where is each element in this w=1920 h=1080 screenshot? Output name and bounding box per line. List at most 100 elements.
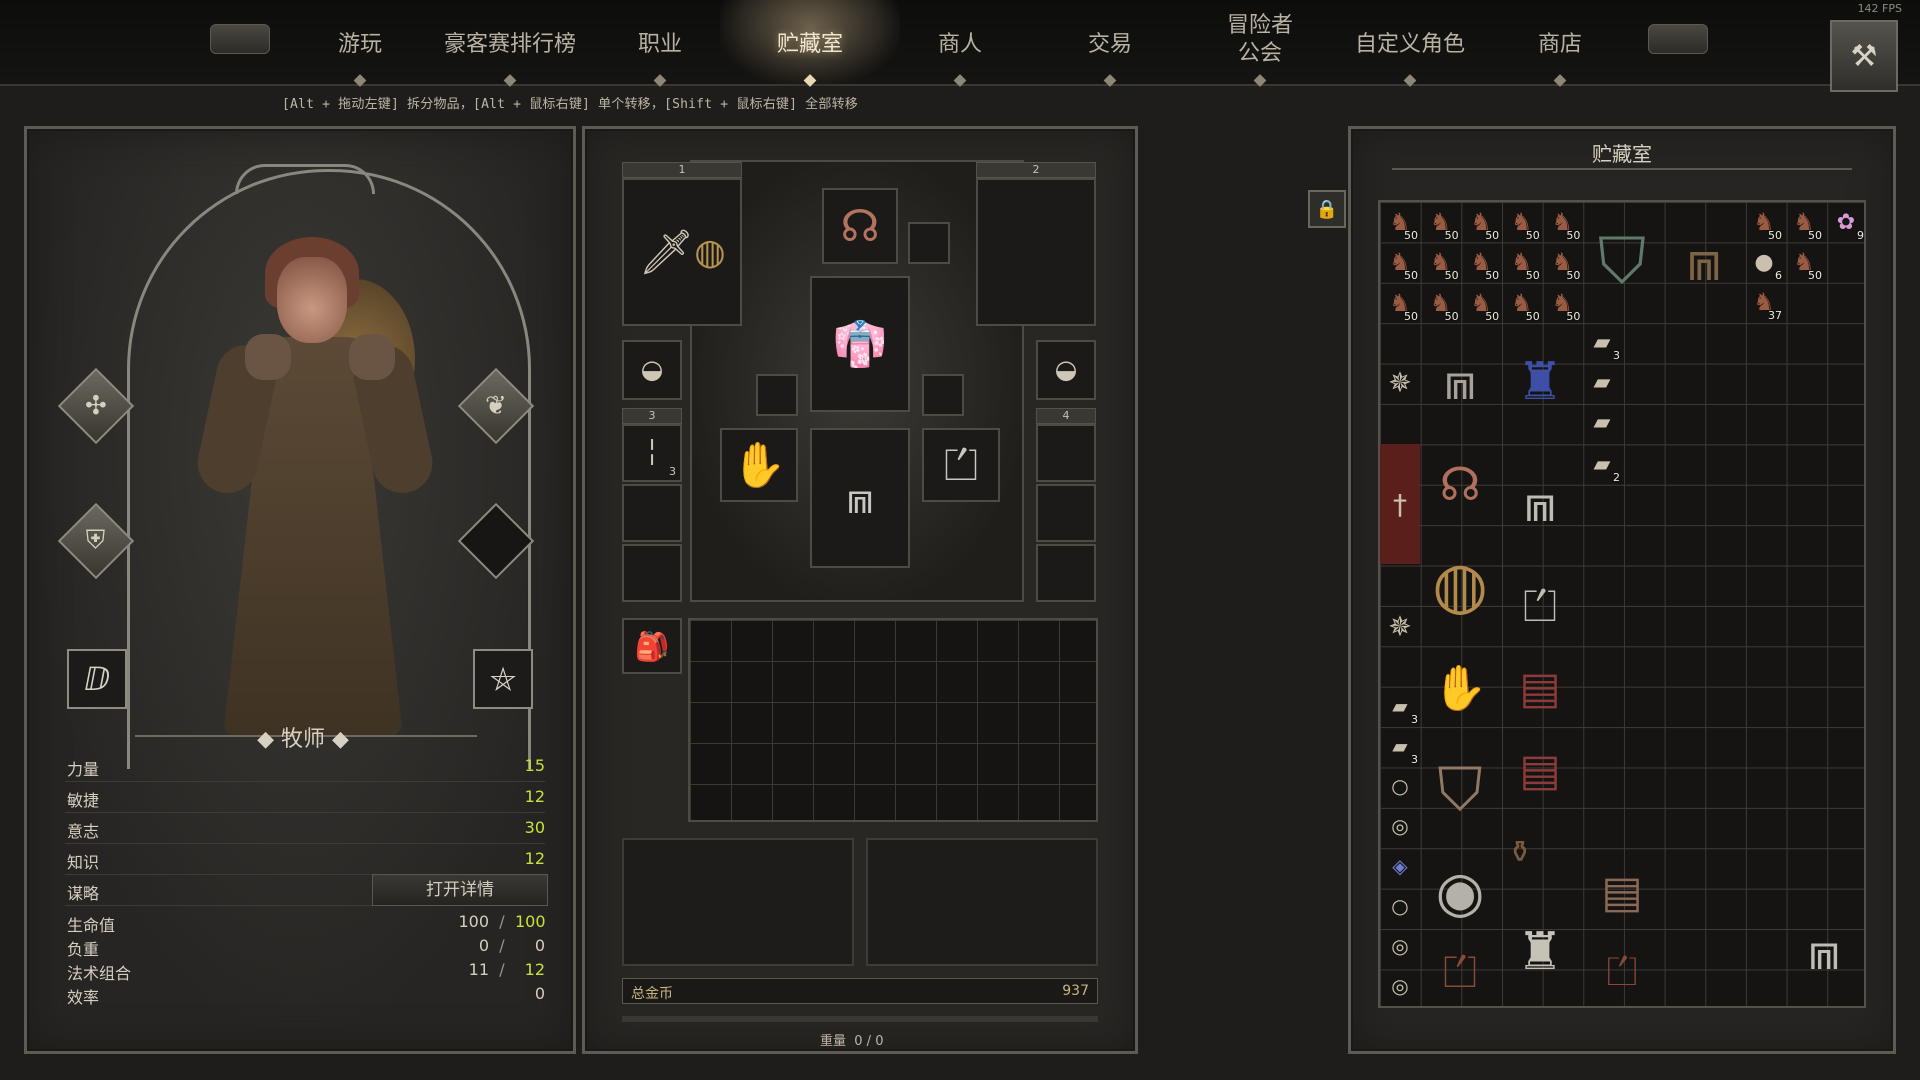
red-book-item[interactable]: ▤ [1500, 648, 1580, 728]
round-shield-icon: ◍ [694, 231, 726, 273]
coin-pouch-item[interactable]: ♞ 50 [1784, 202, 1824, 242]
backpack-grid[interactable] [688, 618, 1098, 822]
feet-slot[interactable]: ⏍ [922, 428, 1000, 502]
tab-customize[interactable]: 自定义角色 [1355, 26, 1465, 58]
coin-pouch-item[interactable]: ♞ 50 [1380, 283, 1420, 323]
coin-pouch-item[interactable]: ♞ 50 [1542, 283, 1582, 323]
coin-pouch-item[interactable]: ♞ 50 [1542, 202, 1582, 242]
tab-stash[interactable]: 贮藏室 [777, 26, 843, 58]
disc-stack-item[interactable]: ● 6 [1744, 242, 1784, 283]
shoes-item[interactable]: ⏍ [1582, 932, 1662, 1012]
coin-pouch-item[interactable]: ♞ 50 [1421, 242, 1461, 282]
legs-slot[interactable]: ⩎ [810, 428, 910, 568]
weapon-set-2-slot[interactable] [976, 178, 1096, 326]
coin-pouch-item[interactable]: ♞ 50 [1421, 283, 1461, 323]
coin-pouch-item[interactable]: ♞ 50 [1502, 202, 1542, 242]
kite-shield-item[interactable]: ⛉ [1582, 202, 1662, 322]
pocket-left[interactable] [622, 838, 854, 966]
morning-star-item[interactable]: ✵ [1380, 566, 1420, 686]
utility-slot-3[interactable] [622, 544, 682, 602]
pocket-right[interactable] [866, 838, 1098, 966]
necklace-slot[interactable] [908, 222, 950, 264]
round-shield-item[interactable]: ◍ [1420, 526, 1500, 646]
item-quantity: 50 [1485, 229, 1500, 242]
belt-slot-left[interactable]: ◒ [622, 340, 682, 400]
bandage-item[interactable]: ▰ 3 [1380, 686, 1420, 726]
belt-slot-right[interactable]: ◒ [1036, 340, 1096, 400]
head-slot[interactable]: ☊ [822, 188, 898, 264]
coin-pouch-item[interactable]: ♞ 50 [1502, 283, 1542, 323]
bandage-item[interactable]: ▰ [1582, 402, 1622, 442]
backpack-slot[interactable]: 🎒 [622, 618, 682, 674]
ring-item[interactable]: ○ [1380, 766, 1420, 806]
brown-book-item[interactable]: ▤ [1582, 852, 1662, 932]
stash-lock-button[interactable]: 🔒 [1308, 190, 1346, 228]
ring-slot-right[interactable] [922, 374, 964, 416]
hood-item[interactable]: ☊ [1420, 444, 1500, 524]
skill-slot-1[interactable]: ⅅ [67, 649, 127, 709]
utility-slot-6[interactable] [1036, 544, 1096, 602]
coin-pouch-item[interactable]: ♞ 50 [1784, 242, 1824, 282]
settings-corner-button[interactable]: ⚒ [1830, 20, 1898, 92]
nav-next-button[interactable] [1648, 24, 1708, 54]
amulet-item[interactable]: ◎ [1380, 806, 1420, 846]
utility-slot-4[interactable] [1036, 424, 1096, 482]
utility-slot-5[interactable] [1036, 484, 1096, 542]
coin-pouch-item[interactable]: ♞ 50 [1502, 242, 1542, 282]
tab-class[interactable]: 职业 [638, 26, 682, 58]
utility-slot-1[interactable]: ╎ 3 [622, 424, 682, 482]
perk-slot-1[interactable]: ✣ [57, 367, 135, 445]
tab-trade[interactable]: 交易 [1088, 26, 1132, 58]
coin-pouch-item[interactable]: ♞ 50 [1542, 242, 1582, 282]
amulet-item[interactable]: ◎ [1380, 926, 1420, 966]
amulet-item[interactable]: ◎ [1380, 966, 1420, 1006]
bandage-item[interactable]: ▰ 2 [1582, 444, 1622, 485]
item-quantity: 50 [1444, 229, 1459, 242]
tab-adventurer-guild[interactable]: 冒险者 公会 [1227, 12, 1293, 68]
divider [1392, 168, 1852, 170]
red-book-item[interactable]: ▤ [1500, 730, 1580, 810]
coin-pouch-item[interactable]: ♞ 50 [1744, 202, 1784, 242]
plate-legs-item[interactable]: ⩎ [1784, 892, 1864, 1012]
utility-slot-2[interactable] [622, 484, 682, 542]
ring-slot-left[interactable] [756, 374, 798, 416]
item-quantity: 6 [1775, 269, 1782, 282]
longsword-item[interactable]: † [1380, 444, 1420, 564]
coin-pouch-item[interactable]: ♞ 50 [1461, 242, 1501, 282]
ring-item[interactable]: ○ [1380, 886, 1420, 926]
leather-pants-item[interactable]: ⩎ [1664, 202, 1744, 322]
bandage-item[interactable]: ▰ 3 [1582, 322, 1622, 363]
chest-slot[interactable]: 👘 [810, 276, 910, 412]
leather-boots-item[interactable]: ⏍ [1420, 932, 1500, 1012]
tab-leaderboard[interactable]: 豪客赛排行榜 [444, 26, 576, 58]
open-details-button[interactable]: 打开详情 [372, 874, 548, 906]
hands-slot[interactable]: ✋ [720, 428, 798, 502]
bandage-item[interactable]: ▰ 3 [1380, 726, 1420, 766]
heater-shield-item[interactable]: ⛉ [1420, 730, 1500, 850]
perk-slot-2[interactable]: ⛨ [57, 502, 135, 580]
coin-pouch-item[interactable]: ♞ 37 [1744, 282, 1784, 322]
morning-star-item[interactable]: ✵ [1380, 322, 1420, 442]
chainmail-item[interactable]: ♜ [1500, 892, 1580, 1012]
buckler-item[interactable]: ◉ [1420, 852, 1500, 932]
coin-pouch-item[interactable]: ♞ 50 [1380, 242, 1420, 282]
gauntlets-item[interactable]: ✋ [1420, 648, 1500, 728]
coin-pouch-item[interactable]: ♞ 50 [1380, 202, 1420, 242]
tab-merchant[interactable]: 商人 [938, 26, 982, 58]
skill-slot-2[interactable]: ⛤ [473, 649, 533, 709]
weapon-set-1-slot[interactable]: 🗡 ◍ [622, 178, 742, 326]
sapphire-ring-item[interactable]: ◈ [1380, 846, 1420, 886]
lantern-item[interactable]: ⚱ [1500, 812, 1540, 892]
bandage-item[interactable]: ▰ [1582, 362, 1622, 402]
plate-boots-item[interactable]: ⏍ [1500, 566, 1580, 646]
plate-legs-item[interactable]: ⩎ [1500, 444, 1580, 564]
tab-shop[interactable]: 商店 [1538, 26, 1582, 58]
cloth-pants-item[interactable]: ⩎ [1420, 322, 1500, 442]
gem-stack-item[interactable]: ✿ 9 [1826, 202, 1866, 243]
coin-pouch-item[interactable]: ♞ 50 [1461, 202, 1501, 242]
tabard-item[interactable]: ♜ [1500, 322, 1580, 442]
coin-pouch-item[interactable]: ♞ 50 [1421, 202, 1461, 242]
coin-pouch-item[interactable]: ♞ 50 [1461, 283, 1501, 323]
nav-prev-button[interactable] [210, 24, 270, 54]
tab-play[interactable]: 游玩 [338, 26, 382, 58]
